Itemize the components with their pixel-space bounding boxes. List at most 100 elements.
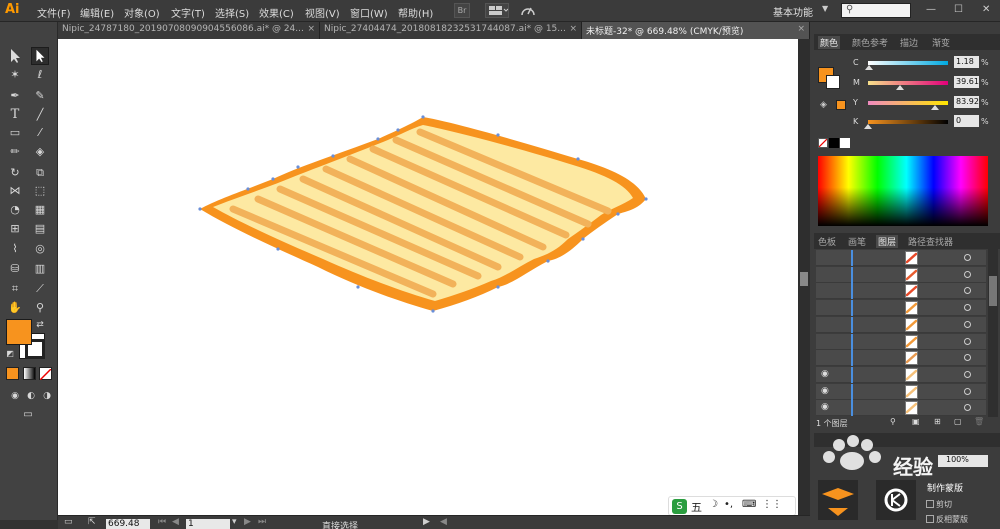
draw-inside-icon[interactable]: ◑ — [38, 386, 56, 404]
link-mask-thumbnail[interactable] — [876, 480, 916, 520]
none-mode-icon[interactable] — [39, 367, 52, 381]
tab-document-1[interactable]: Nipic_24787180_20190708090904556086.ai* … — [58, 22, 320, 39]
layers-scrollbar-thumb[interactable] — [989, 276, 997, 306]
artwork[interactable] — [58, 39, 798, 515]
gradient-tool[interactable]: ▤ — [31, 220, 49, 238]
layer-row[interactable] — [816, 283, 986, 300]
keyboard-icon[interactable]: ⌨ — [742, 499, 756, 510]
column-graph-tool[interactable]: ▥ — [31, 260, 49, 278]
slider-k-thumb[interactable] — [864, 124, 872, 129]
paintbrush-tool[interactable]: ⁄ — [31, 124, 49, 142]
slider-k-value[interactable]: 0 — [954, 115, 979, 127]
slider-c-thumb[interactable] — [864, 65, 873, 70]
close-tab-icon[interactable]: × — [307, 24, 315, 34]
menu-edit[interactable]: 编辑(E) — [80, 5, 114, 20]
menu-type[interactable]: 文字(T) — [171, 5, 205, 20]
mesh-tool[interactable]: ⊞ — [6, 220, 24, 238]
status-arrow-icon[interactable]: ▶ — [423, 517, 430, 527]
gradient-mode-icon[interactable] — [23, 367, 36, 380]
tab-document-active[interactable]: 未标题-32* @ 669.48% (CMYK/预览) × — [582, 22, 810, 39]
close-window-button[interactable]: ✕ — [982, 4, 990, 15]
last-page-icon[interactable]: ⏭ — [258, 517, 266, 527]
out-of-gamut-swatch[interactable] — [836, 100, 846, 110]
scroll-left-icon[interactable]: ◀ — [440, 517, 447, 527]
layer-target-icon[interactable] — [964, 404, 971, 412]
tab-layers[interactable]: 图层 — [876, 235, 899, 248]
blend-tool[interactable]: ◎ — [31, 240, 49, 258]
locate-object-icon[interactable]: ⚲ — [890, 417, 896, 426]
layer-target-icon[interactable] — [964, 320, 971, 328]
tab-stroke[interactable]: 描边 — [900, 36, 918, 49]
swap-fill-stroke-icon[interactable]: ⇄ — [34, 319, 46, 331]
menu-select[interactable]: 选择(S) — [215, 5, 249, 20]
mask-thumbnail[interactable] — [818, 480, 858, 520]
chevron-down-icon[interactable]: ▼ — [822, 4, 828, 13]
menu-effect[interactable]: 效果(C) — [259, 5, 294, 20]
pen-tool[interactable]: ✒ — [6, 87, 24, 105]
scale-tool[interactable]: ⧉ — [31, 164, 49, 182]
type-tool[interactable]: T — [6, 106, 24, 124]
layer-row[interactable]: ◉ — [816, 383, 986, 400]
new-sublayer-icon[interactable]: ⊞ — [934, 417, 941, 426]
tab-brushes[interactable]: 画笔 — [848, 235, 866, 248]
layer-row[interactable]: ◉ — [816, 400, 986, 417]
invert-mask-checkbox[interactable] — [926, 515, 934, 523]
selection-tool[interactable] — [6, 47, 24, 65]
menu-help[interactable]: 帮助(H) — [398, 5, 433, 20]
layer-target-icon[interactable] — [964, 354, 971, 362]
zoom-tool[interactable]: ⚲ — [31, 299, 49, 317]
next-page-icon[interactable]: ▶ — [244, 517, 251, 527]
arrange-documents-icon[interactable] — [485, 3, 509, 18]
delete-layer-icon[interactable]: 🗑 — [974, 417, 984, 426]
tab-pathfinder[interactable]: 路径查找器 — [908, 235, 953, 248]
direct-selection-tool[interactable] — [31, 47, 49, 65]
tab-gradient[interactable]: 渐变 — [932, 36, 950, 49]
layer-row[interactable] — [816, 333, 986, 350]
tab-document-2[interactable]: Nipic_27404474_20180818232531744087.ai* … — [320, 22, 582, 39]
first-page-icon[interactable]: ⏮ — [158, 517, 166, 527]
settings-icon[interactable]: ⋮⋮ — [762, 499, 782, 510]
layer-row[interactable] — [816, 300, 986, 317]
clip-checkbox[interactable] — [926, 500, 934, 508]
symbol-sprayer-tool[interactable]: ⛁ — [6, 260, 24, 278]
free-transform-tool[interactable]: ⬚ — [31, 182, 49, 200]
black-swatch[interactable] — [829, 138, 839, 148]
new-layer-icon[interactable]: ▢ — [954, 417, 962, 426]
minimize-button[interactable]: — — [926, 4, 936, 15]
visibility-eye-icon[interactable]: ◉ — [821, 402, 829, 412]
rectangle-tool[interactable]: ▭ — [6, 124, 24, 142]
line-tool[interactable]: ╱ — [31, 106, 49, 124]
layer-target-icon[interactable] — [964, 254, 971, 261]
page-dropdown-icon[interactable]: ▾ — [232, 517, 237, 527]
artboard-canvas[interactable] — [58, 39, 798, 515]
slider-m-track[interactable] — [868, 81, 948, 85]
slider-y-thumb[interactable] — [931, 105, 940, 110]
curvature-tool[interactable]: ✎ — [31, 87, 49, 105]
default-colors-icon[interactable]: ◩ — [4, 348, 16, 360]
layers-scrollbar[interactable] — [988, 249, 998, 417]
maximize-button[interactable]: ☐ — [954, 4, 963, 15]
layer-target-icon[interactable] — [964, 337, 971, 345]
menu-view[interactable]: 视图(V) — [305, 5, 340, 20]
layer-target-icon[interactable] — [964, 304, 971, 312]
hand-tool[interactable]: ✋ — [6, 299, 24, 317]
visibility-eye-icon[interactable]: ◉ — [821, 369, 829, 379]
magic-wand-tool[interactable]: ✶ — [6, 66, 24, 84]
slider-c-track[interactable] — [868, 61, 948, 65]
layer-target-icon[interactable] — [964, 387, 971, 395]
shape-builder-tool[interactable]: ◔ — [6, 201, 24, 219]
artboard-number-field[interactable]: 1 — [186, 519, 230, 529]
menu-object[interactable]: 对象(O) — [124, 5, 160, 20]
color-spectrum[interactable] — [818, 156, 988, 226]
layer-row[interactable] — [816, 316, 986, 333]
rotate-tool[interactable]: ↻ — [6, 164, 24, 182]
prev-page-icon[interactable]: ◀ — [172, 517, 179, 527]
fill-swatch[interactable] — [6, 319, 32, 345]
white-swatch[interactable] — [840, 138, 850, 148]
pencil-tool[interactable]: ✏ — [6, 143, 24, 161]
menu-window[interactable]: 窗口(W) — [350, 5, 388, 20]
visibility-eye-icon[interactable]: ◉ — [821, 386, 829, 396]
artboard-tool[interactable]: ⌗ — [6, 280, 24, 298]
layer-row[interactable]: ◉ — [816, 366, 986, 383]
tab-color[interactable]: 颜色 — [818, 36, 841, 49]
